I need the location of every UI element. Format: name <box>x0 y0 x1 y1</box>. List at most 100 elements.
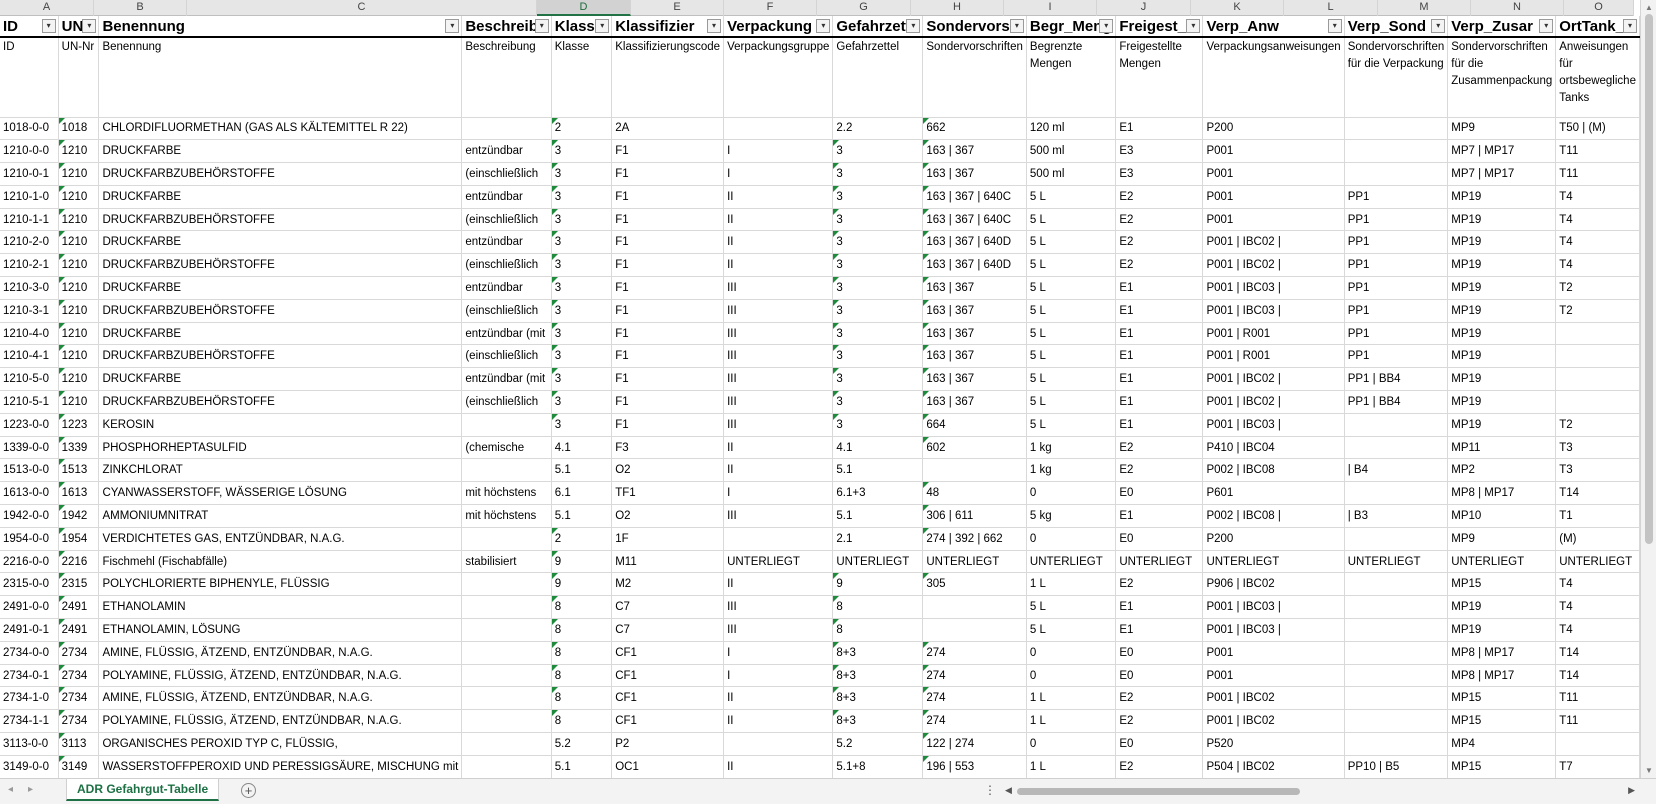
add-sheet-icon[interactable]: + <box>241 783 256 798</box>
table-cell[interactable]: 1613-0-0 <box>0 481 59 506</box>
table-cell[interactable]: Fischmehl (Fischabfälle) <box>98 550 463 574</box>
table-cell[interactable] <box>1344 436 1449 460</box>
table-cell[interactable]: 1210-2-1 <box>0 253 59 278</box>
table-cell[interactable]: 1 kg <box>1026 436 1117 460</box>
table-cell[interactable]: PP1 <box>1344 253 1449 278</box>
table-cell[interactable]: MP19 <box>1447 253 1557 278</box>
table-cell[interactable]: T14 <box>1555 641 1640 665</box>
table-cell[interactable]: 3 <box>551 299 613 323</box>
table-cell[interactable]: 8 <box>551 686 613 711</box>
table-cell[interactable]: 1210 <box>58 253 100 278</box>
table-cell[interactable]: II <box>723 572 834 597</box>
table-cell[interactable]: E0 <box>1115 732 1204 756</box>
table-cell[interactable]: PP1 | BB4 <box>1344 390 1449 414</box>
table-cell[interactable]: VERDICHTETES GAS, ENTZÜNDBAR, N.A.G. <box>98 527 463 551</box>
table-cell[interactable]: 3 <box>832 322 924 346</box>
description-cell[interactable]: Klasse <box>551 37 613 118</box>
table-cell[interactable]: 1210-1-1 <box>0 208 59 232</box>
table-cell[interactable]: P001 <box>1202 641 1345 665</box>
table-cell[interactable]: 163 | 367 | 640C <box>922 208 1027 232</box>
table-cell[interactable]: MP8 | MP17 <box>1447 481 1557 506</box>
table-cell[interactable]: 0 <box>1026 527 1117 551</box>
table-cell[interactable]: 163 | 367 <box>922 390 1027 414</box>
table-cell[interactable]: 5 L <box>1026 230 1117 255</box>
table-cell[interactable]: PP1 <box>1344 208 1449 232</box>
table-cell[interactable]: I <box>723 664 834 688</box>
table-cell[interactable]: 3 <box>832 367 924 392</box>
table-cell[interactable]: T2 <box>1555 299 1640 323</box>
table-cell[interactable]: E2 <box>1115 458 1204 483</box>
table-cell[interactable] <box>461 686 552 711</box>
table-cell[interactable] <box>1344 527 1449 551</box>
table-cell[interactable]: 274 | 392 | 662 <box>922 527 1027 551</box>
table-cell[interactable] <box>461 413 552 437</box>
table-cell[interactable]: 120 ml <box>1026 117 1117 141</box>
table-cell[interactable]: M2 <box>611 572 725 597</box>
table-cell[interactable]: 5.1+8 <box>832 755 924 778</box>
table-cell[interactable]: PP1 <box>1344 322 1449 346</box>
table-cell[interactable]: P001 <box>1202 664 1345 688</box>
description-cell[interactable]: ID <box>0 37 59 118</box>
table-cell[interactable]: 2216-0-0 <box>0 550 59 574</box>
header-cell[interactable]: ID ▾ <box>0 16 59 38</box>
table-cell[interactable]: E1 <box>1115 413 1204 437</box>
table-cell[interactable] <box>723 527 834 551</box>
table-cell[interactable]: 8 <box>551 641 613 665</box>
table-cell[interactable]: 1942-0-0 <box>0 504 59 528</box>
table-cell[interactable]: T2 <box>1555 276 1640 300</box>
table-cell[interactable]: III <box>723 618 834 642</box>
table-cell[interactable]: 122 | 274 <box>922 732 1027 756</box>
table-cell[interactable]: 1210 <box>58 322 100 346</box>
table-cell[interactable] <box>461 755 552 778</box>
header-cell[interactable]: OrtTank_A ▾ <box>1555 16 1640 38</box>
table-cell[interactable]: E2 <box>1115 230 1204 255</box>
table-cell[interactable]: 2491-0-1 <box>0 618 59 642</box>
table-cell[interactable]: DRUCKFARBZUBEHÖRSTOFFE <box>98 299 463 323</box>
description-cell[interactable]: Begrenzte Mengen <box>1026 37 1117 118</box>
table-cell[interactable] <box>1344 709 1449 734</box>
table-cell[interactable] <box>461 641 552 665</box>
table-cell[interactable]: E2 <box>1115 208 1204 232</box>
table-cell[interactable]: 1 kg <box>1026 458 1117 483</box>
column-letter-i[interactable]: I <box>1004 0 1097 16</box>
table-cell[interactable]: MP19 <box>1447 367 1557 392</box>
table-cell[interactable]: III <box>723 595 834 620</box>
table-cell[interactable]: P001 <box>1202 185 1345 209</box>
filter-dropdown-icon[interactable]: ▾ <box>1623 19 1637 33</box>
table-cell[interactable]: 602 <box>922 436 1027 460</box>
table-cell[interactable]: 4.1 <box>551 436 613 460</box>
table-cell[interactable]: DRUCKFARBE <box>98 139 463 164</box>
table-cell[interactable]: E1 <box>1115 390 1204 414</box>
table-cell[interactable]: 5 L <box>1026 618 1117 642</box>
table-cell[interactable]: I <box>723 641 834 665</box>
description-cell[interactable]: Gefahrzettel <box>832 37 924 118</box>
table-cell[interactable]: F1 <box>611 344 725 369</box>
table-cell[interactable]: MP15 <box>1447 709 1557 734</box>
table-cell[interactable]: E1 <box>1115 595 1204 620</box>
table-cell[interactable]: 1210 <box>58 208 100 232</box>
table-cell[interactable] <box>1555 390 1640 414</box>
table-cell[interactable]: 2 <box>551 117 613 141</box>
table-cell[interactable]: E1 <box>1115 322 1204 346</box>
table-cell[interactable]: PP1 <box>1344 185 1449 209</box>
table-cell[interactable] <box>461 618 552 642</box>
table-cell[interactable]: 1210 <box>58 276 100 300</box>
table-cell[interactable]: T11 <box>1555 162 1640 186</box>
table-cell[interactable]: 1210 <box>58 299 100 323</box>
table-cell[interactable]: P001 | IBC02 <box>1202 686 1345 711</box>
table-cell[interactable]: 662 <box>922 117 1027 141</box>
table-cell[interactable]: 3113 <box>58 732 100 756</box>
table-cell[interactable]: P001 | R001 <box>1202 322 1345 346</box>
table-cell[interactable]: AMINE, FLÜSSIG, ÄTZEND, ENTZÜNDBAR, N.A.… <box>98 641 463 665</box>
table-cell[interactable]: CF1 <box>611 664 725 688</box>
header-cell[interactable]: Freigest_M ▾ <box>1115 16 1204 38</box>
table-cell[interactable]: P001 <box>1202 162 1345 186</box>
table-cell[interactable]: P200 <box>1202 117 1345 141</box>
table-cell[interactable]: II <box>723 185 834 209</box>
header-cell[interactable]: Begr_Meng ▾ <box>1026 16 1117 38</box>
table-cell[interactable]: F1 <box>611 367 725 392</box>
table-cell[interactable]: P001 | IBC02 | <box>1202 390 1345 414</box>
table-cell[interactable]: 0 <box>1026 641 1117 665</box>
table-cell[interactable]: II <box>723 208 834 232</box>
table-cell[interactable]: P001 | IBC03 | <box>1202 595 1345 620</box>
